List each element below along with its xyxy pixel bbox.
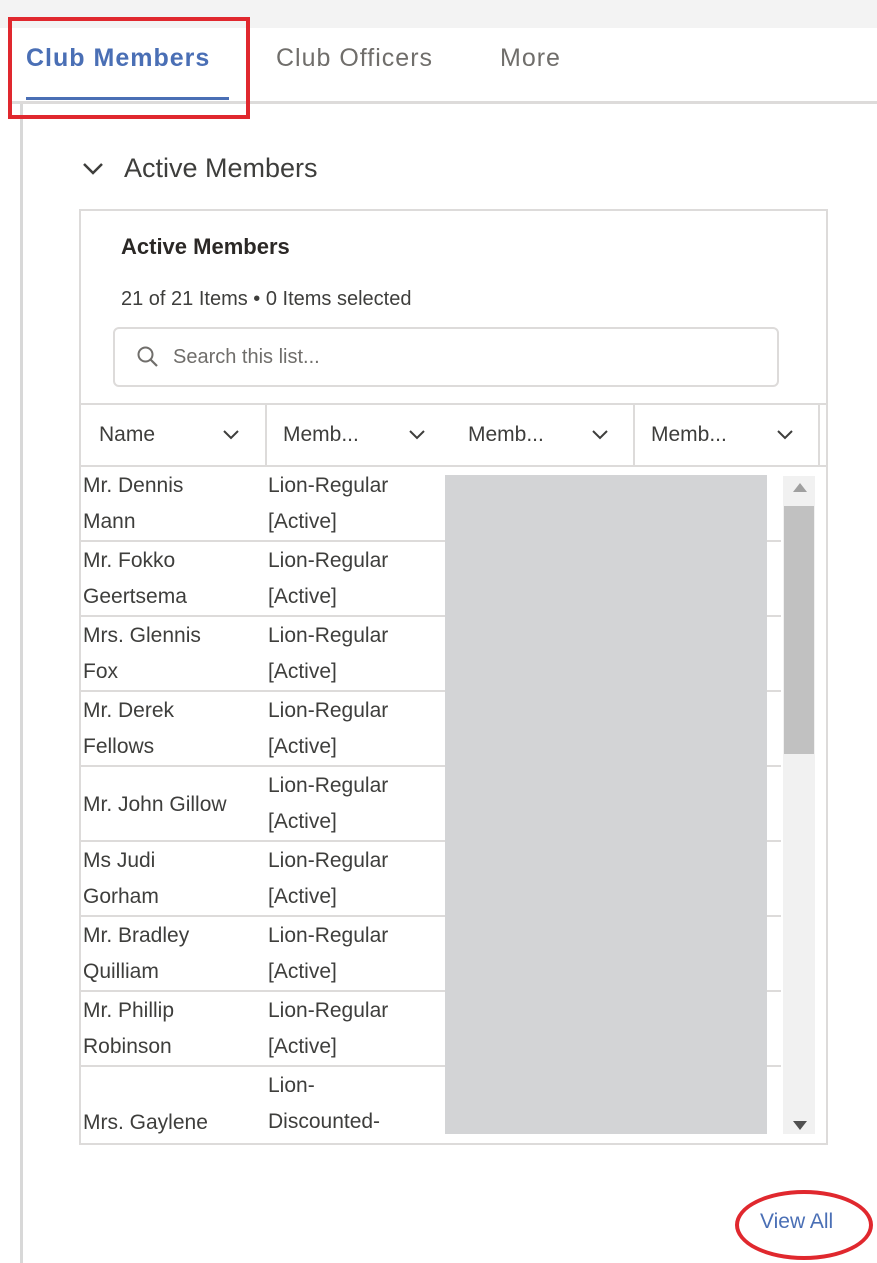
cell-name[interactable]: Mr. Dennis Mann	[83, 468, 261, 540]
view-all-link[interactable]: View All	[760, 1210, 833, 1234]
search-icon	[137, 346, 158, 367]
chevron-down-icon	[83, 163, 103, 175]
column-label: Name	[99, 423, 156, 446]
column-header-member-2[interactable]: Memb...	[468, 405, 632, 465]
tab-bar-divider	[10, 101, 877, 104]
cell-name[interactable]: Mrs. Gaylene	[83, 1105, 261, 1141]
column-header-member-3[interactable]: Memb...	[651, 405, 817, 465]
column-divider	[265, 405, 267, 465]
scroll-down-arrow-icon[interactable]	[791, 1118, 809, 1132]
chevron-down-icon	[223, 430, 239, 440]
cell-membership-type: Lion-Regular [Active]	[268, 549, 389, 608]
chevron-down-icon	[777, 430, 793, 440]
cell-membership-type: Lion-Regular [Active]	[268, 774, 389, 833]
tab-more[interactable]: More	[500, 44, 561, 73]
section-toggle[interactable]: Active Members	[80, 150, 318, 186]
chevron-down-icon	[592, 430, 608, 440]
cell-membership-type: Lion-Regular [Active]	[268, 849, 389, 908]
search-input[interactable]	[171, 344, 755, 370]
column-label: Memb...	[468, 423, 544, 446]
tab-club-officers[interactable]: Club Officers	[276, 44, 433, 73]
cell-name[interactable]: Mrs. Glennis Fox	[83, 618, 261, 690]
cell-membership-type: Lion-Regular [Active]	[268, 699, 389, 758]
column-label: Memb...	[283, 423, 359, 446]
column-header-member-1[interactable]: Memb...	[283, 405, 449, 465]
cell-name[interactable]: Mr. Phillip Robinson	[83, 993, 261, 1065]
section-title: Active Members	[124, 152, 318, 183]
cell-membership-type: Lion- Discounted-	[268, 1074, 381, 1133]
chevron-down-icon	[409, 430, 425, 440]
cell-membership-type: Lion-Regular [Active]	[268, 474, 389, 533]
scrollbar-thumb[interactable]	[784, 506, 814, 754]
table-header: Name Memb... Memb... Memb...	[81, 403, 826, 467]
item-count: 21 of 21 Items • 0 Items selected	[121, 288, 412, 310]
left-rail	[20, 28, 23, 1263]
cell-name[interactable]: Mr. Bradley Quilliam	[83, 918, 261, 990]
column-divider	[818, 405, 820, 465]
redacted-area	[445, 475, 767, 1134]
top-strip	[0, 0, 877, 28]
cell-name[interactable]: Mr. Derek Fellows	[83, 693, 261, 765]
cell-membership-type: Lion-Regular [Active]	[268, 624, 389, 683]
active-tab-indicator	[26, 97, 229, 100]
cell-name[interactable]: Mr. Fokko Geertsema	[83, 543, 261, 615]
tab-club-members[interactable]: Club Members	[26, 44, 210, 73]
scroll-up-arrow-icon[interactable]	[791, 481, 809, 495]
column-divider	[633, 405, 635, 465]
cell-membership-type: Lion-Regular [Active]	[268, 999, 389, 1058]
cell-name[interactable]: Ms Judi Gorham	[83, 843, 261, 915]
search-box	[113, 327, 779, 387]
cell-name[interactable]: Mr. John Gillow	[83, 787, 261, 823]
card-title: Active Members	[121, 234, 290, 259]
column-header-name[interactable]: Name	[99, 405, 263, 465]
cell-membership-type: Lion-Regular [Active]	[268, 924, 389, 983]
column-label: Memb...	[651, 423, 727, 446]
